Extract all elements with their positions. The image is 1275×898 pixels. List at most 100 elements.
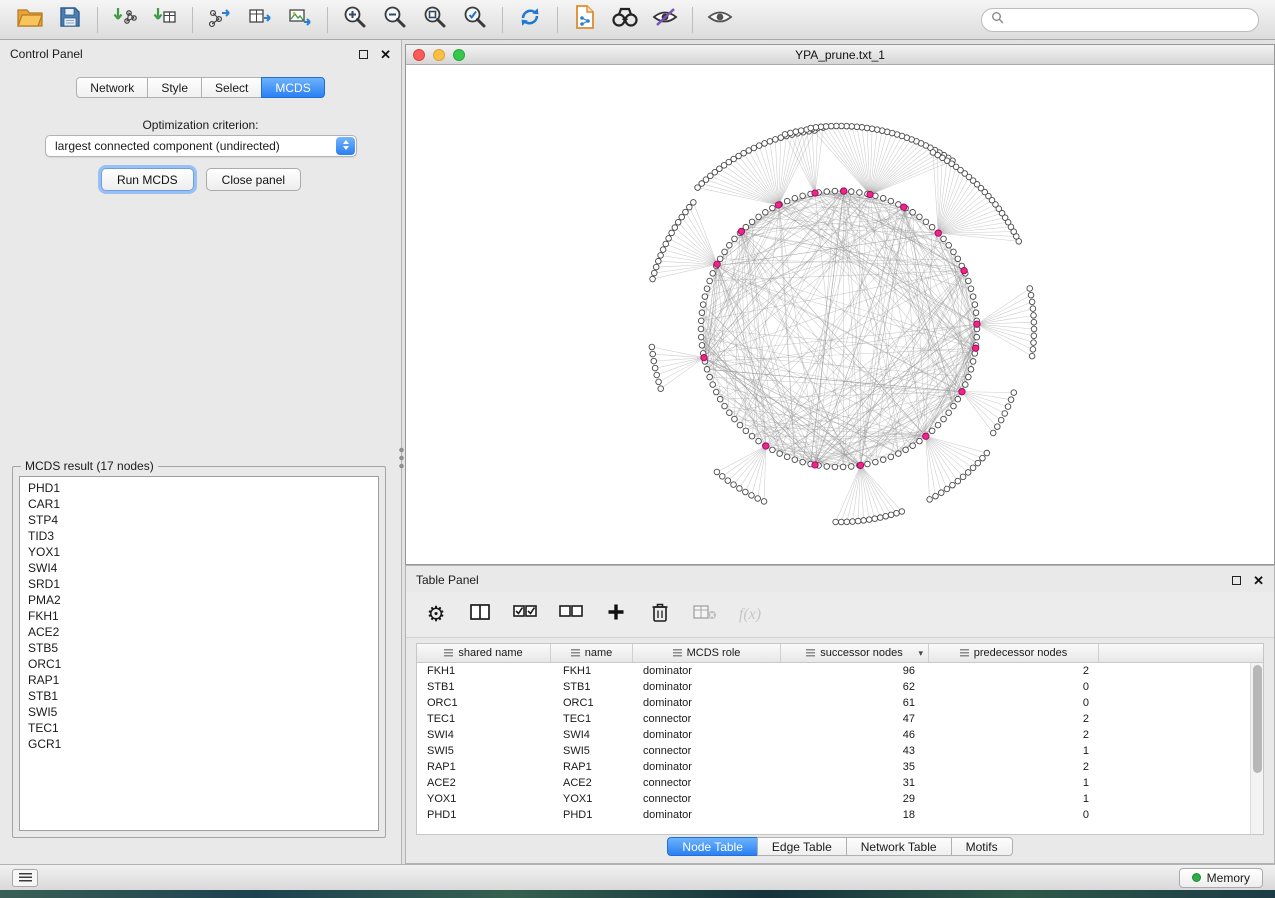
network-node[interactable] — [798, 128, 804, 134]
dominator-node[interactable] — [738, 228, 744, 234]
dominator-node[interactable] — [714, 261, 720, 267]
network-node[interactable] — [910, 210, 916, 216]
network-node[interactable] — [656, 379, 662, 385]
dominator-node[interactable] — [961, 267, 967, 273]
network-node[interactable] — [1005, 404, 1011, 410]
table-row[interactable]: PHD1PHD1dominator180 — [417, 807, 1250, 823]
export-network-button[interactable] — [200, 4, 240, 36]
dominator-node[interactable] — [812, 190, 818, 196]
network-node[interactable] — [713, 389, 719, 395]
network-node[interactable] — [824, 189, 830, 195]
network-node[interactable] — [737, 486, 743, 492]
network-node[interactable] — [833, 519, 839, 525]
dominator-node[interactable] — [972, 345, 978, 351]
network-node[interactable] — [980, 455, 986, 461]
network-node[interactable] — [962, 382, 968, 388]
network-node[interactable] — [698, 326, 704, 332]
network-node[interactable] — [650, 351, 656, 357]
table-row[interactable]: ACE2ACE2connector311 — [417, 775, 1250, 791]
column-header-successor-nodes[interactable]: successor nodes ▾ — [781, 644, 929, 662]
network-node[interactable] — [719, 474, 725, 480]
network-node[interactable] — [743, 428, 749, 434]
network-node[interactable] — [725, 478, 731, 484]
network-node[interactable] — [929, 224, 935, 230]
network-node[interactable] — [844, 519, 850, 525]
network-node[interactable] — [800, 459, 806, 465]
network-node[interactable] — [751, 145, 757, 151]
search-input[interactable] — [1009, 13, 1249, 27]
network-node[interactable] — [737, 422, 743, 428]
network-node[interactable] — [731, 482, 737, 488]
network-node[interactable] — [756, 214, 762, 220]
network-node[interactable] — [951, 403, 957, 409]
dominator-node[interactable] — [775, 202, 781, 208]
table-row[interactable]: RAP1RAP1dominator352 — [417, 759, 1250, 775]
network-node[interactable] — [984, 450, 990, 456]
network-node[interactable] — [935, 422, 941, 428]
network-node[interactable] — [784, 454, 790, 460]
network-node[interactable] — [1027, 286, 1033, 292]
network-node[interactable] — [1029, 299, 1035, 305]
delete-table-button[interactable] — [692, 602, 718, 628]
network-node[interactable] — [970, 359, 976, 365]
network-node[interactable] — [861, 518, 867, 524]
mcds-result-item[interactable]: TEC1 — [20, 720, 378, 736]
network-node[interactable] — [955, 396, 961, 402]
close-panel-button[interactable]: Close panel — [206, 168, 301, 191]
network-node[interactable] — [679, 214, 685, 220]
dominator-node[interactable] — [959, 388, 965, 394]
table-row[interactable]: FKH1FKH1dominator962 — [417, 663, 1250, 679]
run-mcds-button[interactable]: Run MCDS — [101, 168, 194, 191]
network-node[interactable] — [970, 465, 976, 471]
network-node[interactable] — [732, 236, 738, 242]
network-node[interactable] — [683, 209, 689, 215]
hide-selected-button[interactable] — [645, 4, 685, 36]
network-node[interactable] — [700, 302, 706, 308]
network-node[interactable] — [650, 276, 656, 282]
network-node[interactable] — [840, 464, 846, 470]
network-node[interactable] — [917, 214, 923, 220]
network-node[interactable] — [675, 219, 681, 225]
network-node[interactable] — [707, 374, 713, 380]
mcds-result-item[interactable]: STB5 — [20, 640, 378, 656]
zoom-in-button[interactable] — [335, 4, 375, 36]
table-row[interactable]: YOX1YOX1connector291 — [417, 791, 1250, 807]
network-node[interactable] — [1031, 326, 1037, 332]
network-node[interactable] — [710, 382, 716, 388]
network-node[interactable] — [850, 519, 856, 525]
mcds-result-item[interactable]: SWI4 — [20, 560, 378, 576]
clone-network-button[interactable] — [565, 4, 605, 36]
optimization-criterion-dropdown[interactable]: largest connected component (undirected) — [45, 135, 357, 157]
network-node[interactable] — [877, 515, 883, 521]
network-node[interactable] — [793, 129, 799, 135]
close-panel-icon[interactable]: ✕ — [380, 48, 391, 61]
network-node[interactable] — [732, 416, 738, 422]
dominator-node[interactable] — [935, 230, 941, 236]
network-node[interactable] — [722, 249, 728, 255]
tab-select[interactable]: Select — [201, 77, 262, 98]
network-node[interactable] — [930, 150, 936, 156]
column-header-shared-name[interactable]: shared name — [417, 644, 551, 662]
network-node[interactable] — [873, 459, 879, 465]
network-node[interactable] — [800, 193, 806, 199]
network-node[interactable] — [1011, 390, 1017, 396]
deselect-all-button[interactable] — [558, 602, 584, 628]
network-node[interactable] — [695, 185, 701, 191]
network-node[interactable] — [762, 141, 768, 147]
network-node[interactable] — [960, 474, 966, 480]
table-vertical-scrollbar[interactable] — [1250, 663, 1263, 834]
network-node[interactable] — [899, 509, 905, 515]
network-node[interactable] — [651, 270, 657, 276]
network-node[interactable] — [770, 205, 776, 211]
network-node[interactable] — [888, 454, 894, 460]
network-node[interactable] — [743, 489, 749, 495]
network-node[interactable] — [770, 447, 776, 453]
dominator-node[interactable] — [812, 462, 818, 468]
table-row[interactable]: TEC1TEC1connector472 — [417, 711, 1250, 727]
network-node[interactable] — [855, 518, 861, 524]
network-node[interactable] — [761, 499, 767, 505]
network-node[interactable] — [658, 386, 664, 392]
tab-network-table[interactable]: Network Table — [846, 837, 952, 856]
network-node[interactable] — [1031, 340, 1037, 346]
network-node[interactable] — [848, 464, 854, 470]
